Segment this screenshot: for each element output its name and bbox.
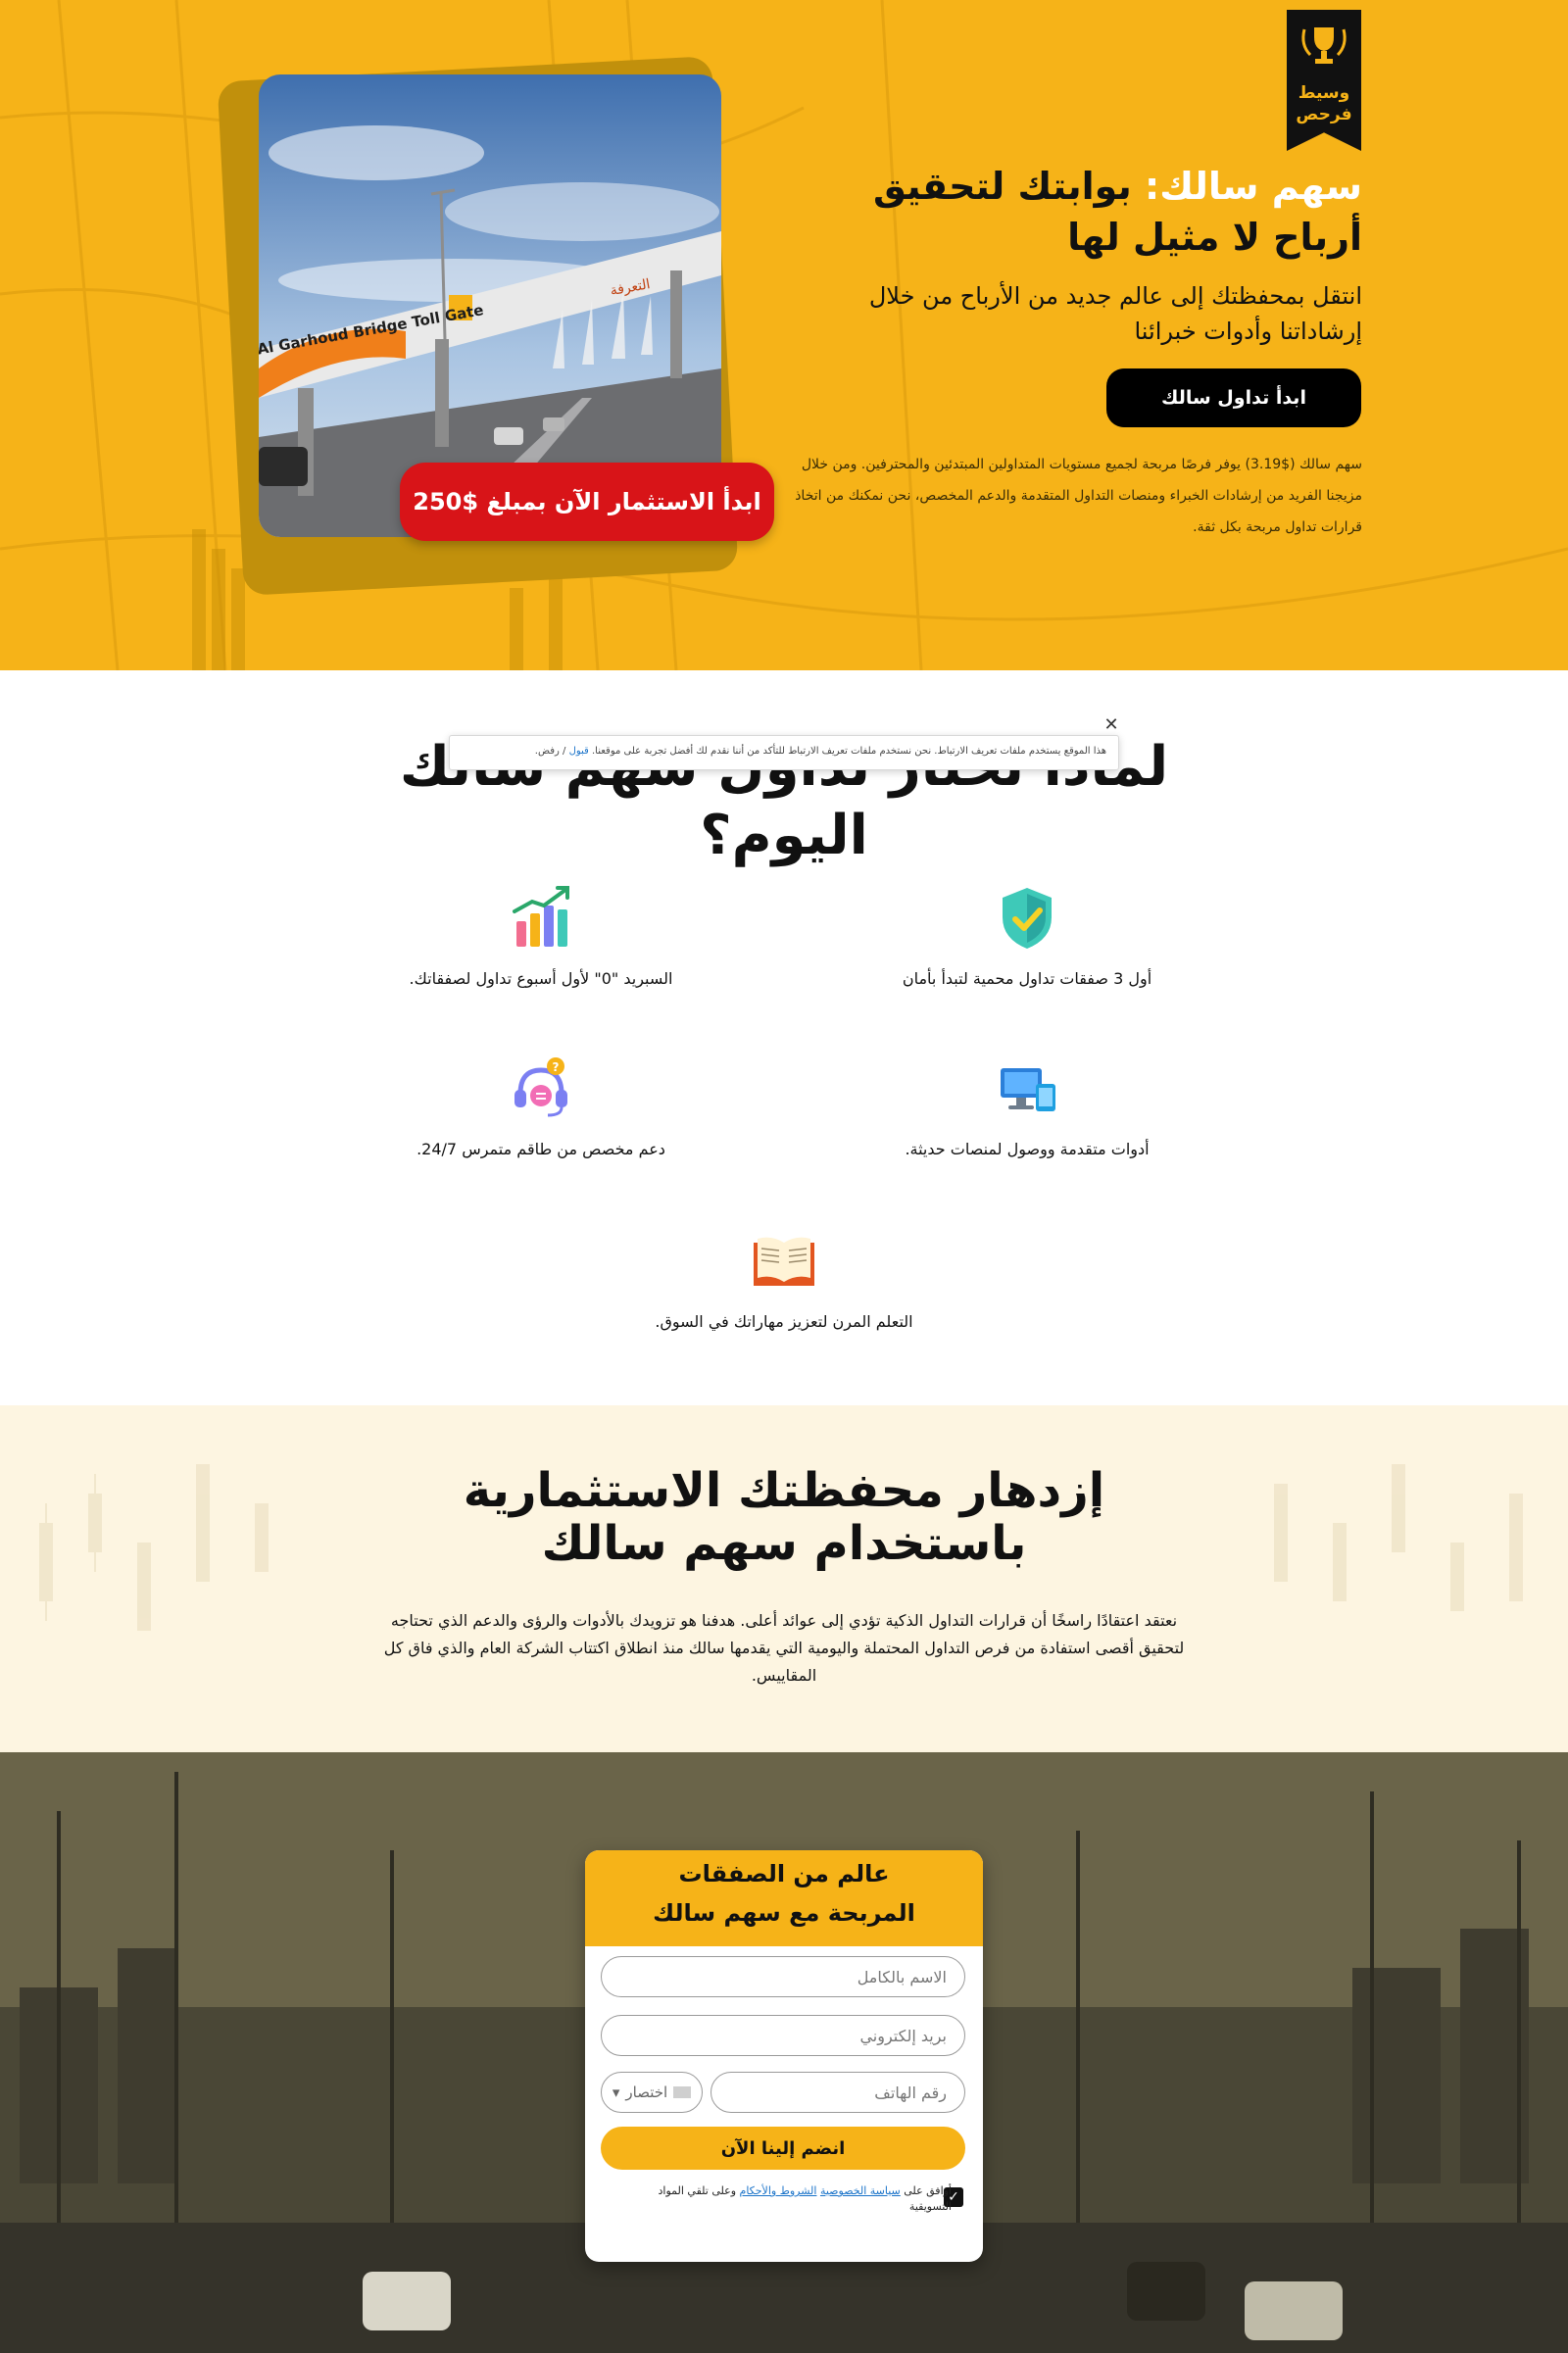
feature-advanced-tools: أدوات متقدمة ووصول لمنصات حديثة. xyxy=(821,1054,1233,1162)
trophy-icon xyxy=(1301,27,1347,64)
broker-badge: وسيط فرحص xyxy=(1287,10,1361,151)
hero-title: سهم سالك: بوابتك لتحقيق أرباح لا مثيل له… xyxy=(813,161,1362,263)
grow-portfolio-section: إزدهار محفظتك الاستثمارية باستخدام سهم س… xyxy=(0,1405,1568,1752)
cookie-separator: / xyxy=(559,746,569,757)
country-code-label: اختصار xyxy=(625,2083,668,2101)
form-title-line-2: المربحة مع سهم سالك xyxy=(653,1899,915,1927)
badge-line-2: فرحص xyxy=(1296,105,1352,124)
devices-icon xyxy=(1001,1068,1055,1111)
feature-support: ? دعم مخصص من طاقم متمرس 24/7. xyxy=(335,1054,747,1162)
join-now-button[interactable]: انضم إلينا الآن xyxy=(601,2127,965,2170)
invest-now-button[interactable]: ابدأ الاستثمار الآن بمبلغ $250 xyxy=(400,463,774,541)
feature-text: أول 3 صفقات تداول محمية لتبدأ بأمان xyxy=(902,969,1152,988)
form-title-line-1: عالم من الصفقات xyxy=(678,1860,890,1887)
feature-text: دعم مخصص من طاقم متمرس 24/7. xyxy=(416,1140,665,1158)
start-trading-button[interactable]: ابدأ تداول سالك xyxy=(1106,368,1361,427)
feature-protected-trades: أول 3 صفقات تداول محمية لتبدأ بأمان xyxy=(821,884,1233,992)
form-header: عالم من الصفقات المربحة مع سهم سالك xyxy=(585,1850,983,1946)
grow-title: إزدهار محفظتك الاستثمارية باستخدام سهم س… xyxy=(392,1464,1176,1570)
cookie-accept-link[interactable]: قبول xyxy=(569,746,589,757)
cookie-text: هذا الموقع يستخدم ملفات تعريف الارتباط. … xyxy=(591,746,1106,757)
hero-description: سهم سالك ($3.19) يوفر فرصًا مربحة لجميع … xyxy=(795,457,1362,535)
grow-description: نعتقد اعتقادًا راسخًا أن قرارات التداول … xyxy=(383,1611,1185,1685)
bar-chart-icon xyxy=(513,886,569,947)
email-input[interactable]: بريد إلكتروني xyxy=(601,2015,965,2056)
hero-section: وسيط فرحص سهم سالك: بوابتك لتحقيق أرباح … xyxy=(0,0,1568,670)
privacy-policy-link[interactable]: سياسة الخصوصية xyxy=(820,2184,901,2197)
phone-input[interactable]: رقم الهاتف xyxy=(710,2072,965,2113)
cookie-close-icon[interactable]: ✕ xyxy=(1102,715,1121,735)
chevron-down-icon: ▾ xyxy=(612,2083,620,2101)
terms-link[interactable]: الشروط والأحكام xyxy=(740,2184,817,2197)
hero-title-highlight: سهم سالك: xyxy=(1145,165,1362,208)
signup-form: عالم من الصفقات المربحة مع سهم سالك الاس… xyxy=(585,1850,983,2262)
open-book-icon xyxy=(754,1237,814,1286)
consent-prefix: أوافق على xyxy=(900,2184,952,2197)
feature-zero-spread: السبريد "0" لأول أسبوع تداول لصفقاتك. xyxy=(335,884,747,992)
consent-text: أوافق على سياسة الخصوصية الشروط والأحكام… xyxy=(614,2183,956,2215)
feature-text: التعلم المرن لتعزيز مهاراتك في السوق. xyxy=(655,1312,913,1331)
cookie-banner: هذا الموقع يستخدم ملفات تعريف الارتباط. … xyxy=(449,735,1119,770)
country-code-select[interactable]: اختصار ▾ xyxy=(601,2072,703,2113)
grow-title-line-2: باستخدام سهم سالك xyxy=(541,1516,1027,1571)
feature-text: أدوات متقدمة ووصول لمنصات حديثة. xyxy=(905,1140,1150,1158)
hero-subtitle: انتقل بمحفظتك إلى عالم جديد من الأرباح م… xyxy=(868,282,1362,345)
candlestick-background xyxy=(39,1464,1523,1631)
full-name-input[interactable]: الاسم بالكامل xyxy=(601,1956,965,1997)
grow-title-line-1: إزدهار محفظتك الاستثمارية xyxy=(463,1463,1105,1518)
flag-icon xyxy=(673,2086,692,2098)
cookie-reject-link[interactable]: رفض. xyxy=(535,746,560,757)
feature-flexible-learning: التعلم المرن لتعزيز مهاراتك في السوق. xyxy=(578,1227,990,1335)
feature-text: السبريد "0" لأول أسبوع تداول لصفقاتك. xyxy=(409,969,673,988)
headset-support-icon: ? xyxy=(514,1057,567,1117)
shield-check-icon xyxy=(1003,888,1052,949)
badge-line-1: وسيط xyxy=(1298,83,1350,103)
svg-text:?: ? xyxy=(553,1060,560,1074)
